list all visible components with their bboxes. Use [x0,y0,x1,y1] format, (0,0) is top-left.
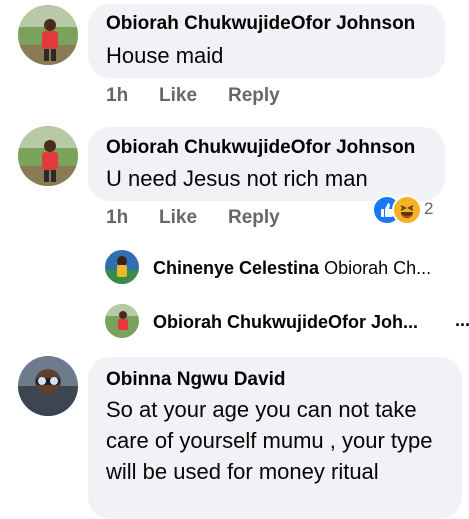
avatar[interactable] [18,126,78,186]
reply-preview[interactable]: Obiorah ChukwujideOfor Joh... [153,312,448,333]
avatar[interactable] [105,250,139,284]
reaction-count: 2 [424,199,434,218]
comment-author[interactable]: Obinna Ngwu David [106,369,285,391]
avatar[interactable] [18,356,78,416]
ellipsis-icon[interactable]: ... [455,310,469,331]
profile-photo [105,304,139,338]
comment-author[interactable]: Obiorah ChukwujideOfor Johnson [106,137,415,159]
like-button[interactable]: Like [159,85,197,107]
reply-text: Obiorah Ch... [324,258,432,278]
profile-photo [18,5,78,65]
avatar[interactable] [18,5,78,65]
reply-preview[interactable]: Chinenye Celestina Obiorah Ch... [153,258,453,279]
comment-text: So at your age you can not take care of … [106,397,433,484]
comment-time[interactable]: 1h [106,85,128,107]
profile-photo [18,356,78,416]
haha-reaction-icon [392,195,422,225]
comment-text: U need Jesus not rich man [106,166,368,191]
comment-author[interactable]: Obiorah ChukwujideOfor Johnson [106,13,415,35]
comment-time[interactable]: 1h [106,207,128,229]
comment-text: House maid [106,43,224,68]
reply-button[interactable]: Reply [228,85,280,107]
profile-photo [18,126,78,186]
like-button[interactable]: Like [159,207,197,229]
avatar[interactable] [105,304,139,338]
reply-author[interactable]: Obiorah ChukwujideOfor Joh... [153,312,418,332]
profile-photo [105,250,139,284]
reply-author[interactable]: Chinenye Celestina [153,258,319,278]
reply-button[interactable]: Reply [228,207,280,229]
